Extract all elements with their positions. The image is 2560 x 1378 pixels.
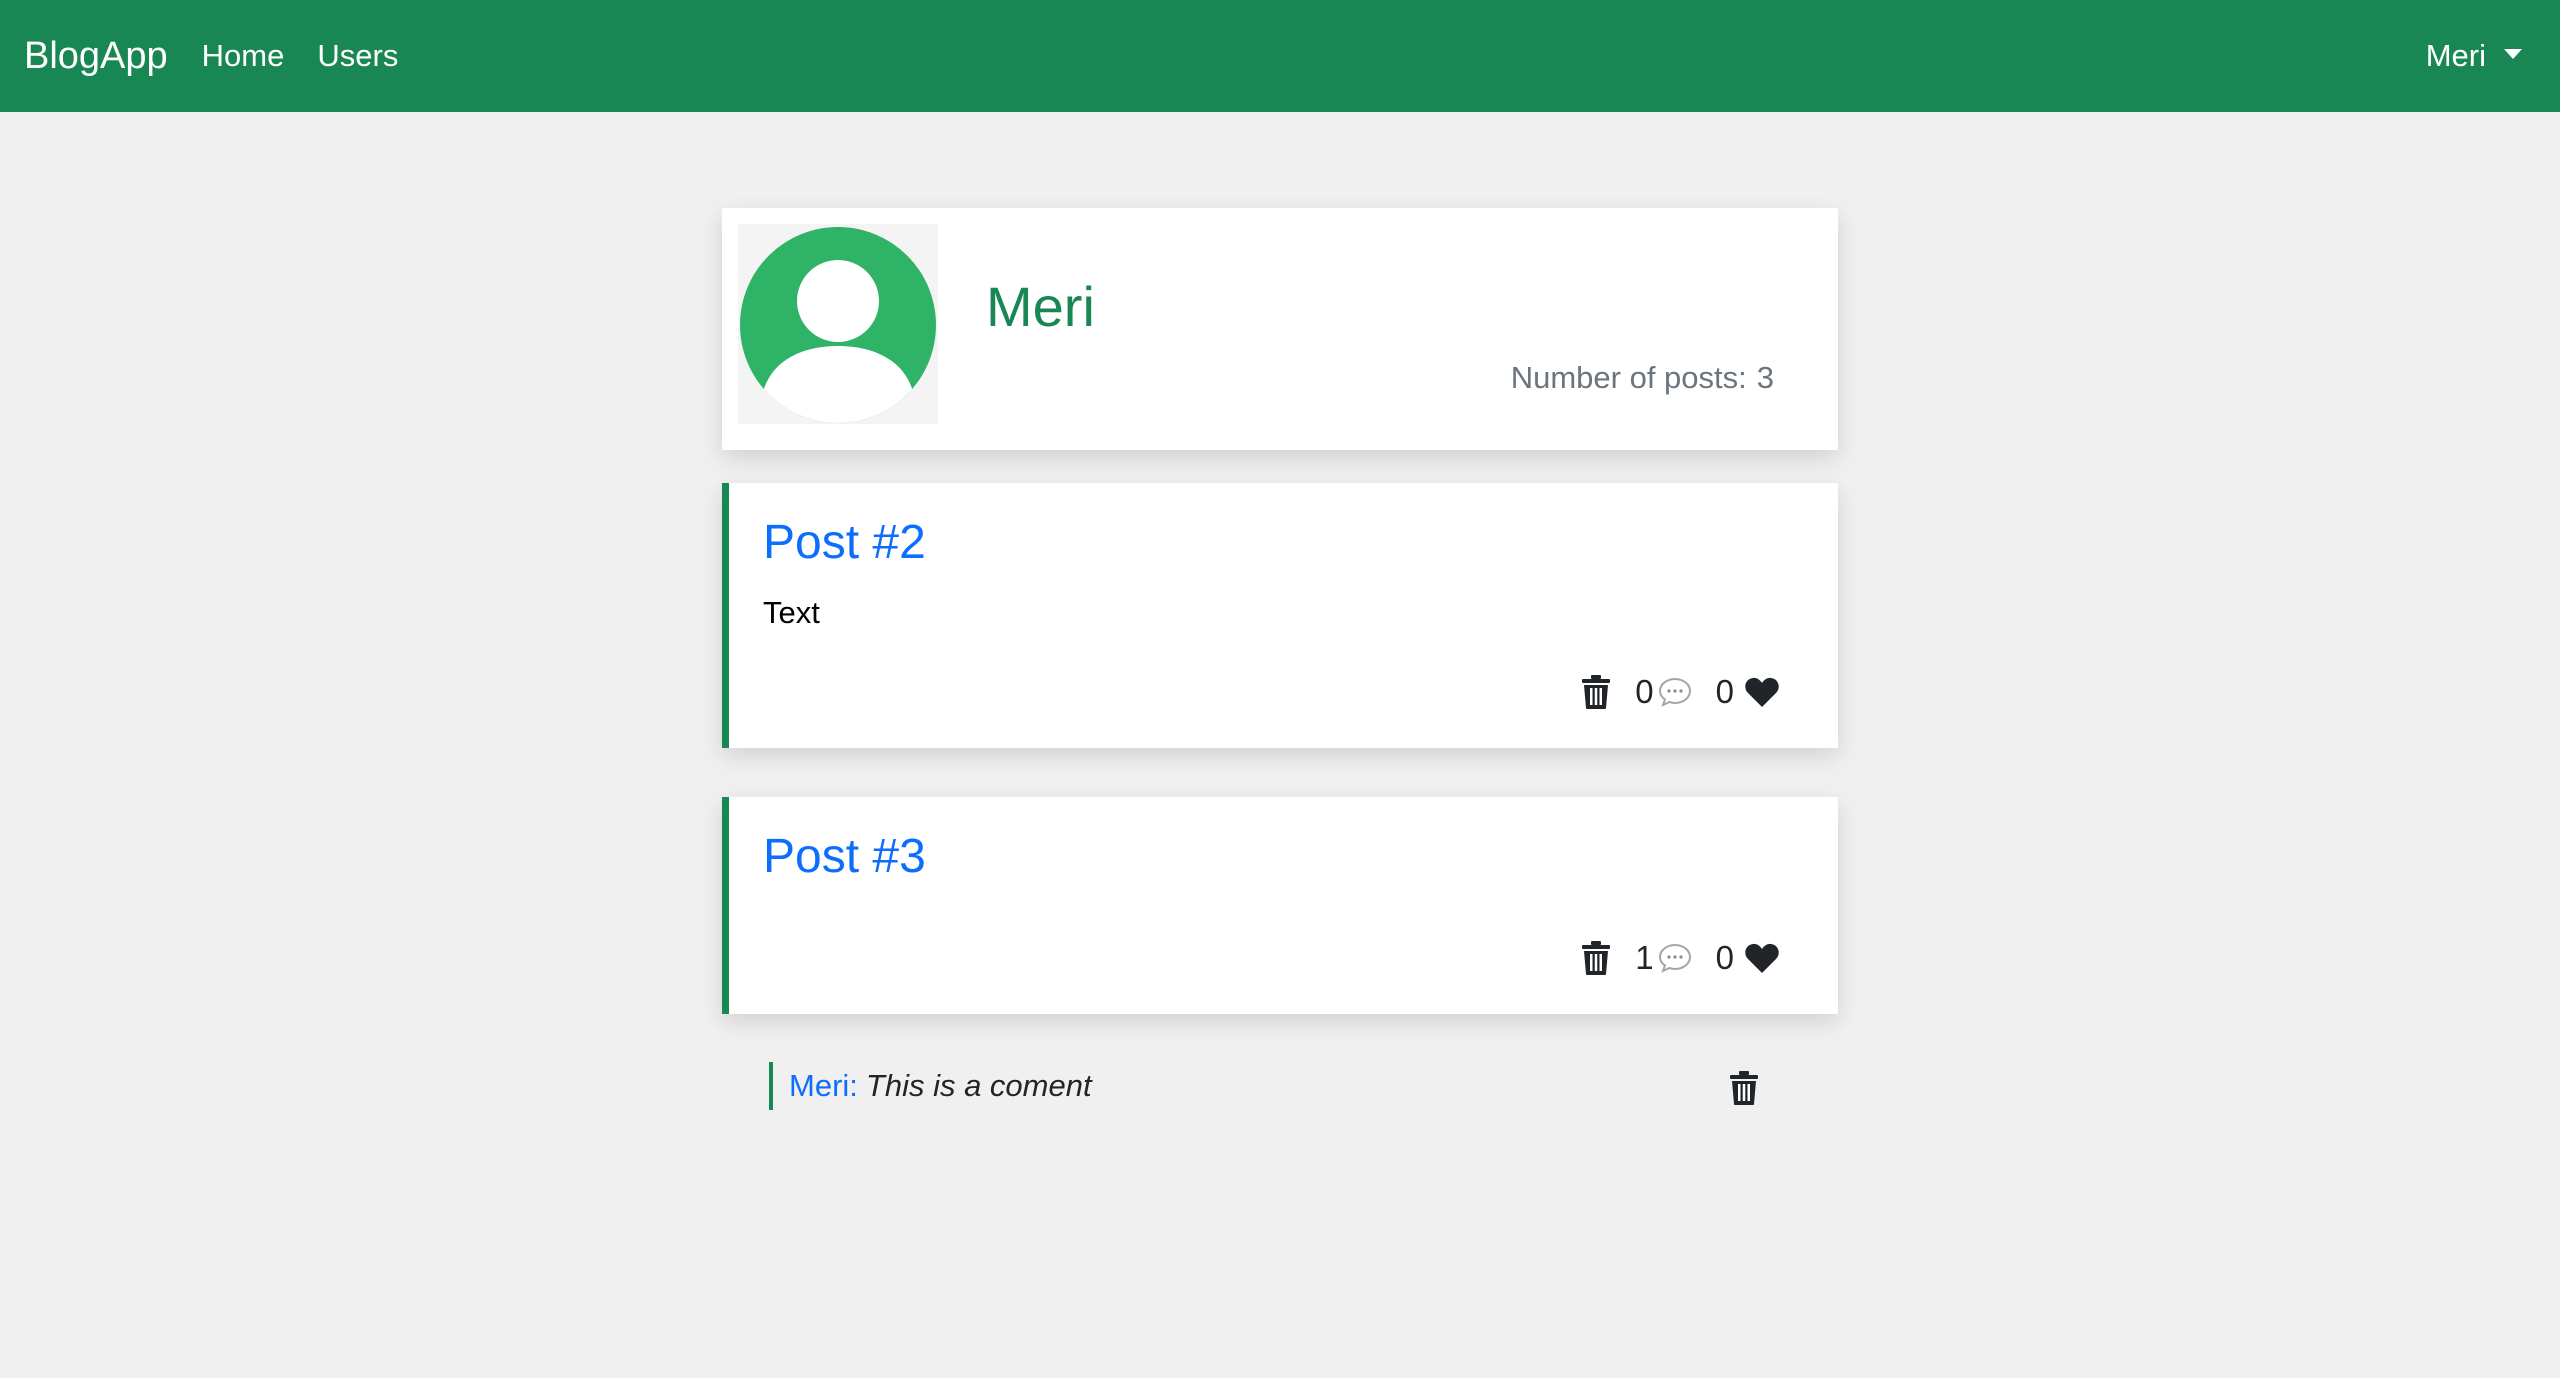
- post-card: Post #3 1 0: [722, 797, 1838, 1014]
- post-card: Post #2 Text 0 0: [722, 483, 1838, 748]
- comments-toggle-button[interactable]: [1658, 676, 1692, 708]
- caret-down-icon: [2504, 49, 2522, 59]
- trash-icon: [1582, 675, 1611, 709]
- delete-post-button[interactable]: [1581, 674, 1611, 710]
- brand-logo[interactable]: BlogApp: [24, 35, 168, 78]
- nav-link-users[interactable]: Users: [317, 38, 398, 74]
- like-button[interactable]: [1744, 676, 1780, 708]
- profile-name: Meri: [986, 275, 1095, 338]
- comment-count: 1: [1635, 939, 1654, 976]
- post-title[interactable]: Post #3: [763, 829, 926, 884]
- post-text: Text: [763, 595, 820, 630]
- user-menu-dropdown[interactable]: Meri: [2426, 0, 2522, 112]
- post-actions: 0 0: [1581, 673, 1780, 711]
- like-button[interactable]: [1744, 942, 1780, 974]
- comment-count: 0: [1635, 673, 1654, 710]
- nav-link-home[interactable]: Home: [202, 38, 285, 74]
- avatar: [738, 224, 938, 424]
- profile-card: Meri Number of posts: 3: [722, 208, 1838, 450]
- post-actions: 1 0: [1581, 939, 1780, 977]
- user-menu-label: Meri: [2425, 38, 2486, 73]
- comment-text: This is a coment: [865, 1068, 1092, 1103]
- top-navbar: BlogApp Home Users Meri: [0, 0, 2560, 112]
- comment-author[interactable]: Meri:: [789, 1068, 858, 1104]
- delete-post-button[interactable]: [1581, 940, 1611, 976]
- like-count: 0: [1715, 673, 1734, 710]
- post-title[interactable]: Post #2: [763, 515, 926, 570]
- user-avatar-icon: [740, 227, 936, 423]
- heart-icon: [1745, 677, 1779, 707]
- trash-icon: [1582, 941, 1611, 975]
- heart-icon: [1745, 943, 1779, 973]
- comment-bubble-icon: [1658, 677, 1691, 707]
- post-count: Number of posts: 3: [1501, 360, 1774, 396]
- comment-item: Meri: This is a coment: [769, 1062, 1769, 1110]
- delete-comment-button[interactable]: [1729, 1070, 1759, 1106]
- comment-bubble-icon: [1658, 943, 1691, 973]
- like-count: 0: [1715, 939, 1734, 976]
- comments-toggle-button[interactable]: [1658, 942, 1692, 974]
- trash-icon: [1730, 1071, 1758, 1105]
- post-count-label: Number of posts:: [1510, 360, 1747, 395]
- post-count-value: 3: [1756, 360, 1774, 395]
